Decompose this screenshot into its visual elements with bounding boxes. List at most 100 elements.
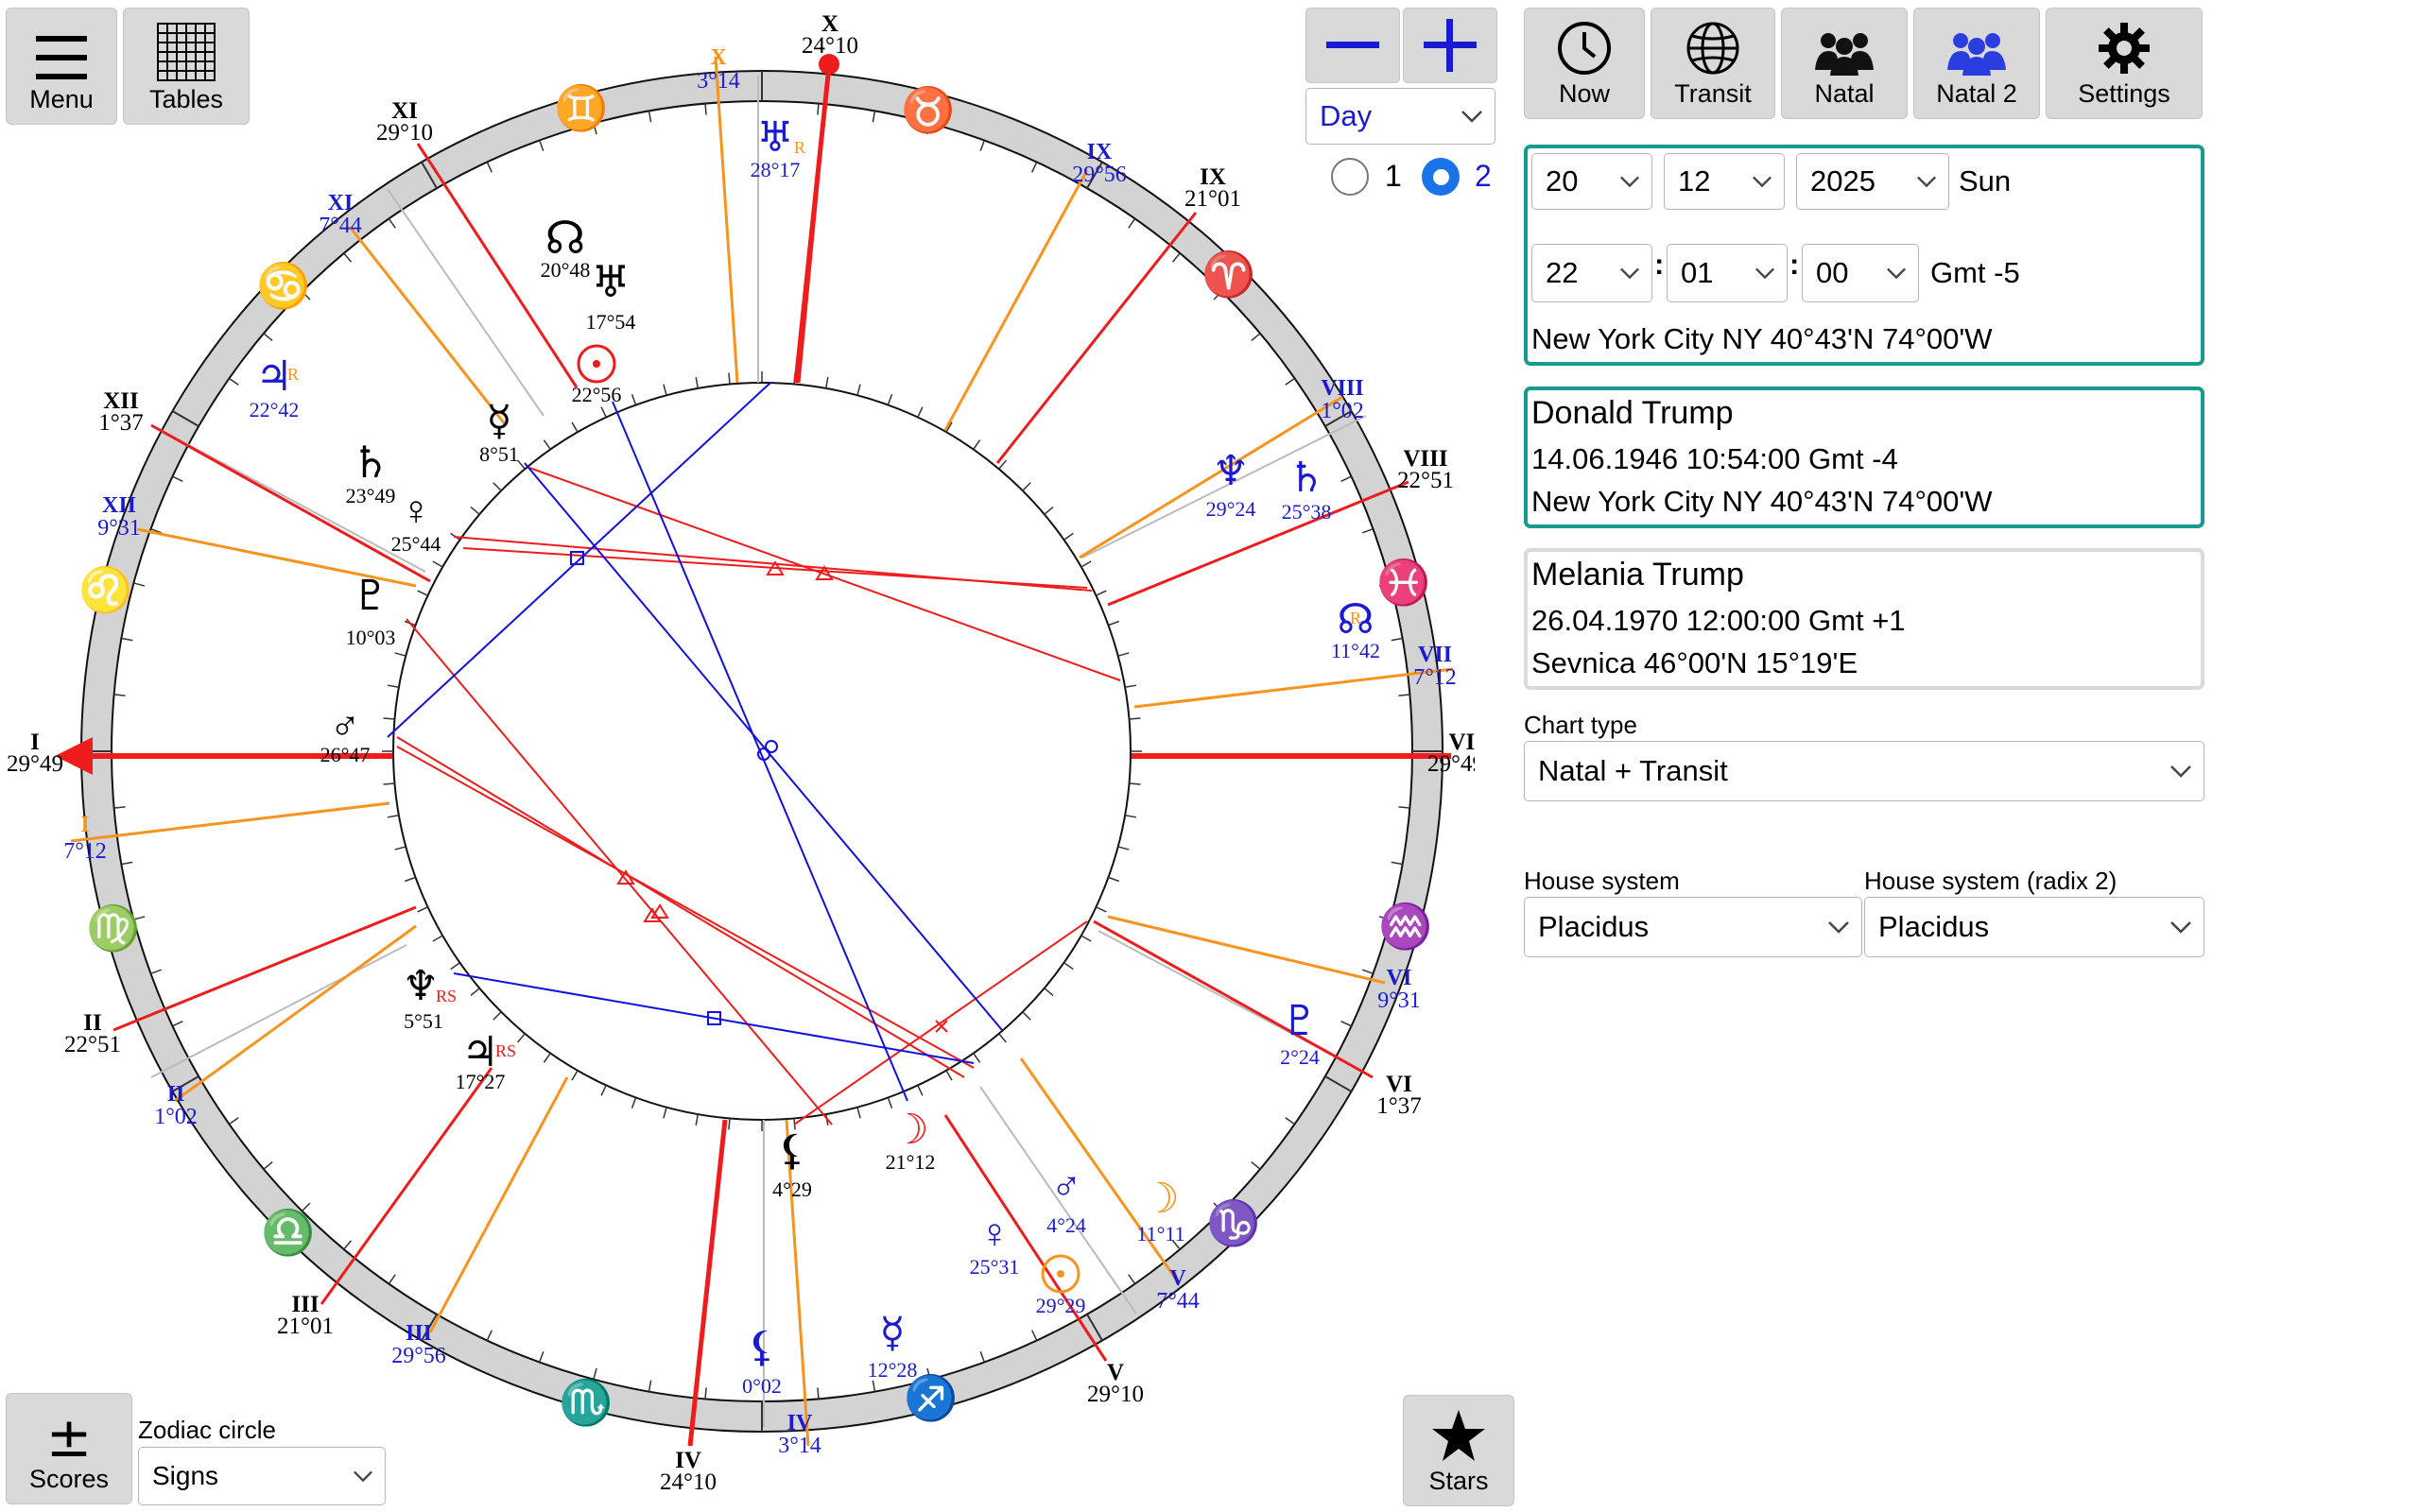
natal-button[interactable]: Natal: [1781, 8, 1908, 119]
zodiac-circle-label: Zodiac circle: [138, 1416, 276, 1444]
svg-text:♅: ♅: [756, 114, 793, 161]
planet-pluto-natal1[interactable]: ♇ 10°03: [346, 573, 396, 649]
chevron-down-icon: [2170, 921, 2191, 934]
natal2-datetime: 26.04.1970 12:00:00 Gmt +1: [1531, 604, 1906, 637]
svg-text:RS: RS: [495, 1041, 516, 1060]
wheel-tick: [1398, 806, 1410, 809]
transit-label: Transit: [1674, 79, 1752, 108]
svg-text:8°51: 8°51: [479, 442, 519, 466]
planet-moon-natal2[interactable]: ☽11°11: [1136, 1176, 1184, 1246]
people-icon: [1947, 33, 2006, 76]
natal2-button[interactable]: Natal 2: [1913, 8, 2040, 119]
globe-icon: [1686, 22, 1739, 75]
house-deg-blue-iv: 3°14: [778, 1434, 821, 1458]
planet-lilith-natal2[interactable]: ⚸ 0°02: [742, 1324, 782, 1398]
house-deg-black-xi: 29°10: [376, 120, 433, 146]
planet-jupiter-natal2[interactable]: ♃R22°42: [250, 353, 300, 421]
wheel-tick: [817, 103, 820, 115]
house-label-blue-v: V: [1169, 1266, 1186, 1291]
sign-aries: ♈: [1201, 249, 1255, 300]
hour-value: 22: [1546, 256, 1579, 289]
sign-virgo: ♍: [86, 903, 140, 954]
planet-uranus-natal1[interactable]: ♅ 17°54: [586, 258, 636, 334]
natal2-place: Sevnica 46°00'N 15°19'E: [1531, 646, 1858, 679]
svg-text:11°11: 11°11: [1136, 1222, 1184, 1246]
house-system-select[interactable]: Placidus: [1524, 897, 1862, 957]
svg-text:29°24: 29°24: [1206, 497, 1256, 521]
wheel-tick: [704, 1387, 707, 1400]
menu-button[interactable]: Menu: [6, 8, 117, 125]
sign-gemini: ♊: [554, 83, 608, 133]
sign-libra: ♎: [261, 1208, 315, 1258]
house-deg-blue-x: 3°14: [697, 69, 740, 94]
second-value: 00: [1816, 256, 1849, 289]
transit-button[interactable]: Transit: [1651, 8, 1775, 119]
time-separator: :: [1654, 248, 1665, 281]
inner-tick: [728, 1118, 731, 1130]
svg-text:R: R: [794, 138, 805, 157]
step-unit-select[interactable]: Day: [1305, 88, 1495, 145]
svg-text:29°29: 29°29: [1036, 1294, 1086, 1317]
scores-button[interactable]: ± Scores: [6, 1393, 132, 1504]
svg-text:☿: ☿: [879, 1310, 905, 1356]
house-system2-select[interactable]: Placidus: [1864, 897, 2204, 957]
planet-north-node-natal1[interactable]: ☊20°48: [541, 214, 591, 282]
house-label-blue-xi: XI: [328, 191, 354, 215]
planet-mars-natal2[interactable]: ♂ 4°24: [1046, 1163, 1086, 1237]
house-deg-blue-xii: 9°31: [97, 516, 141, 541]
astrology-chart-wheel[interactable]: ♊ ♉ ♈ ♓ ♒ ♑ ♐ ♏ ♎ ♍ ♌ ♋ X 24°10 XI 29°10…: [0, 0, 1475, 1512]
house-label-blue-viii: VIII: [1321, 376, 1363, 401]
house-deg-black-iii: 21°01: [277, 1314, 334, 1339]
chevron-down-icon: [1461, 111, 1482, 123]
house-label-blue-xii: XII: [102, 493, 136, 518]
stars-button[interactable]: Stars: [1403, 1395, 1514, 1506]
svg-text:♇: ♇: [352, 573, 389, 619]
svg-text:17°54: 17°54: [586, 310, 636, 334]
step-radio-2[interactable]: [1422, 158, 1460, 196]
minute-select[interactable]: 01: [1667, 244, 1788, 302]
house-system2-value: Placidus: [1878, 910, 1990, 943]
svg-text:☊: ☊: [545, 214, 586, 264]
svg-text:5°51: 5°51: [404, 1009, 443, 1033]
planet-lilith-natal1[interactable]: ⚸ 4°29: [772, 1127, 812, 1201]
day-select[interactable]: 20: [1531, 153, 1652, 210]
settings-button[interactable]: Settings: [2046, 8, 2203, 119]
year-select[interactable]: 2025: [1796, 153, 1949, 210]
planet-saturn-natal2[interactable]: ♄25°38: [1282, 455, 1332, 524]
chart-type-select[interactable]: Natal + Transit: [1524, 741, 2204, 801]
svg-text:♆: ♆: [1212, 448, 1249, 494]
svg-text:R: R: [287, 365, 299, 384]
planet-pluto-natal2[interactable]: ♇2°24: [1280, 998, 1320, 1069]
sign-cancer: ♋: [256, 261, 310, 311]
menu-label: Menu: [29, 85, 94, 113]
tables-button[interactable]: Tables: [123, 8, 250, 125]
svg-text:⚸: ⚸: [747, 1324, 777, 1370]
chevron-down-icon: [354, 1470, 372, 1483]
chevron-down-icon: [1828, 921, 1849, 934]
svg-text:♂: ♂: [1051, 1163, 1082, 1210]
zodiac-circle-select[interactable]: Signs: [138, 1447, 386, 1505]
clock-icon: [1558, 22, 1611, 75]
increment-button[interactable]: [1403, 8, 1497, 83]
inner-tick: [1129, 782, 1141, 785]
now-button[interactable]: Now: [1524, 8, 1645, 119]
svg-text:⚸: ⚸: [777, 1127, 807, 1174]
step-radio-1[interactable]: [1331, 158, 1369, 196]
house-deg-black-i: 29°49: [7, 751, 63, 777]
svg-text:23°49: 23°49: [346, 484, 396, 507]
second-select[interactable]: 00: [1802, 244, 1919, 302]
planet-moon-natal1[interactable]: ☽21°12: [886, 1107, 936, 1174]
year-value: 2025: [1810, 164, 1876, 198]
svg-text:0°02: 0°02: [742, 1374, 782, 1398]
planet-neptune-natal2[interactable]: ♆ 29°24: [1206, 448, 1256, 521]
hour-select[interactable]: 22: [1531, 244, 1652, 302]
planet-north-node-natal2[interactable]: ☊R11°42: [1331, 596, 1380, 662]
month-select[interactable]: 12: [1664, 153, 1785, 210]
wheel-tick: [113, 806, 126, 809]
chevron-down-icon: [1753, 176, 1772, 188]
now-label: Now: [1558, 79, 1610, 108]
planet-saturn-natal1[interactable]: ♄23°49: [346, 438, 396, 507]
decrement-button[interactable]: [1305, 8, 1400, 83]
house-label-blue-x: X: [710, 45, 727, 70]
svg-text:21°12: 21°12: [886, 1150, 936, 1174]
